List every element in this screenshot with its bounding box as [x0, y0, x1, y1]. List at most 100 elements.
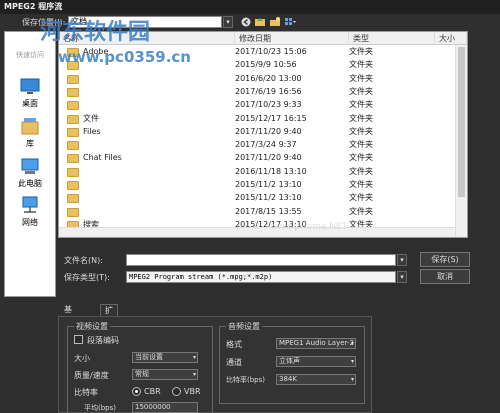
average-bitrate-value: 15000000	[135, 403, 171, 411]
back-icon[interactable]	[240, 16, 251, 27]
view-menu-icon[interactable]	[285, 16, 296, 27]
video-settings-group: 视频设置 段落编码 大小 当前设置 ▾ 质量/速度 常规 ▾ 比特率 CBR VBR…	[67, 321, 213, 413]
audio-format-select[interactable]: MPEG1 Audio Layer-2 ▾	[276, 338, 356, 349]
tab-extended[interactable]: 扩展设置	[100, 304, 118, 351]
file-name: Chat Files	[83, 153, 122, 163]
file-name: Files	[83, 126, 101, 136]
chevron-down-icon: ▾	[350, 358, 354, 365]
horizontal-scrollbar[interactable]	[59, 227, 455, 237]
library-label: 库	[26, 139, 34, 148]
this-pc-label: 此电脑	[18, 179, 42, 188]
list-item[interactable]: 2015/11/2 13:10 文件夹	[59, 179, 455, 191]
folder-icon	[67, 127, 79, 137]
audio-format-label: 格式	[226, 340, 242, 349]
filename-label: 文件名(N):	[64, 256, 103, 265]
scroll-thumb[interactable]	[458, 47, 465, 197]
folder-icon	[67, 74, 79, 84]
library-icon	[19, 116, 41, 136]
chevron-down-icon: ▾	[192, 371, 196, 378]
file-type: 文件夹	[349, 73, 373, 83]
list-item[interactable]: 2016/6/20 13:00 文件夹	[59, 73, 455, 85]
cancel-button[interactable]: 取消	[420, 269, 470, 284]
file-date: 2017/10/23 9:33	[235, 100, 302, 110]
list-item[interactable]: 2015/11/2 13:10 文件夹	[59, 192, 455, 204]
folder-icon	[67, 101, 79, 111]
chevron-down-icon[interactable]: ▾	[223, 16, 233, 28]
file-type: 文件夹	[349, 166, 373, 176]
list-item[interactable]: 2017/3/24 9:37 文件夹	[59, 139, 455, 151]
place-desktop[interactable]: 桌面	[5, 76, 55, 109]
file-date: 2017/6/19 16:56	[235, 86, 302, 96]
tab-basic[interactable]: 基本设置	[60, 304, 76, 350]
quality-select[interactable]: 常规 ▾	[132, 369, 198, 380]
place-library[interactable]: 库	[5, 116, 55, 149]
file-type: 文件夹	[349, 60, 373, 70]
size-select[interactable]: 当前设置 ▾	[132, 352, 198, 363]
quality-label: 质量/速度	[74, 371, 109, 380]
file-type: 文件夹	[349, 47, 373, 56]
column-type[interactable]: 类型	[349, 32, 435, 45]
folder-icon	[67, 154, 79, 164]
folder-icon	[67, 114, 79, 124]
list-item[interactable]: 文件 2015/12/17 16:15 文件夹	[59, 113, 455, 125]
quick-access-label: 快速访问	[16, 51, 44, 59]
audio-bitrate-label: 比特率(bps)	[226, 376, 265, 384]
size-value: 当前设置	[135, 353, 163, 361]
filetype-select[interactable]: MPEG2 Program stream (*.mpg;*.m2p)	[126, 271, 396, 283]
folder-icon	[67, 181, 79, 190]
audio-settings-title: 音频设置	[226, 321, 262, 332]
file-date: 2015/12/17 16:15	[235, 113, 307, 123]
audio-bitrate-select[interactable]: 384K ▾	[276, 374, 356, 385]
list-item[interactable]: 2017/10/23 9:33 文件夹	[59, 99, 455, 111]
file-date: 2017/10/23 15:06	[235, 47, 307, 56]
save-button[interactable]: 保存(S)	[420, 252, 470, 267]
folder-icon	[67, 207, 79, 217]
list-item[interactable]: 2016/11/18 13:10 文件夹	[59, 166, 455, 178]
file-date: 2017/8/15 13:55	[235, 206, 302, 216]
segment-encoding-label: 段落编码	[87, 336, 119, 345]
file-date: 2015/11/2 13:10	[235, 180, 302, 189]
size-label: 大小	[74, 354, 90, 363]
column-date[interactable]: 修改日期	[235, 32, 349, 45]
file-type: 文件夹	[349, 126, 373, 136]
place-network[interactable]: 网络	[5, 195, 55, 228]
list-item[interactable]: Files 2017/11/20 9:40 文件夹	[59, 126, 455, 138]
column-size[interactable]: 大小	[435, 32, 467, 45]
file-type: 文件夹	[349, 140, 373, 150]
network-label: 网络	[22, 218, 38, 227]
chevron-down-icon[interactable]: ▾	[397, 271, 407, 283]
video-settings-title: 视频设置	[74, 321, 110, 332]
watermark-faint: www.pHome.NET	[270, 222, 348, 232]
save-dialog: MPEG2 程序流 保存位置(I): 文档 ▾ 快速访问 桌面 库 此电脑 网络…	[0, 0, 500, 413]
filename-input[interactable]	[126, 254, 396, 266]
file-type: 文件夹	[349, 193, 373, 203]
list-item[interactable]: 2017/8/15 13:55 文件夹	[59, 206, 455, 218]
list-item[interactable]: Chat Files 2017/11/20 9:40 文件夹	[59, 152, 455, 164]
segment-encoding-checkbox[interactable]	[74, 335, 83, 344]
folder-icon	[67, 194, 79, 204]
chevron-down-icon: ▾	[350, 376, 354, 383]
filetype-label: 保存类型(T):	[64, 273, 110, 282]
window-title: MPEG2 程序流	[0, 0, 500, 14]
chevron-down-icon[interactable]: ▾	[397, 254, 407, 266]
quality-value: 常规	[135, 370, 149, 378]
vertical-scrollbar[interactable]	[455, 45, 467, 237]
up-folder-icon[interactable]	[255, 16, 266, 27]
average-bitrate-label: 平均(bps)	[84, 404, 116, 412]
place-this-pc[interactable]: 此电脑	[5, 156, 55, 189]
audio-channel-select[interactable]: 立体声 ▾	[276, 356, 356, 367]
file-name: 文件	[83, 113, 99, 123]
list-item[interactable]: 2017/6/19 16:56 文件夹	[59, 86, 455, 98]
file-type: 文件夹	[349, 206, 373, 216]
place-quick-access[interactable]: 快速访问	[5, 50, 55, 60]
computer-icon	[19, 156, 41, 176]
average-bitrate-input[interactable]: 15000000	[132, 402, 198, 413]
audio-format-value: MPEG1 Audio Layer-2	[279, 339, 354, 347]
vbr-radio[interactable]	[172, 387, 181, 396]
new-folder-icon[interactable]	[270, 16, 281, 27]
settings-panel: 视频设置 段落编码 大小 当前设置 ▾ 质量/速度 常规 ▾ 比特率 CBR VBR…	[58, 316, 372, 413]
cbr-radio[interactable]	[132, 387, 141, 396]
file-date: 2017/11/20 9:40	[235, 153, 302, 163]
audio-settings-group: 音频设置 格式 MPEG1 Audio Layer-2 ▾ 通道 立体声 ▾ 比特率…	[219, 321, 365, 404]
cbr-label: CBR	[144, 387, 161, 396]
